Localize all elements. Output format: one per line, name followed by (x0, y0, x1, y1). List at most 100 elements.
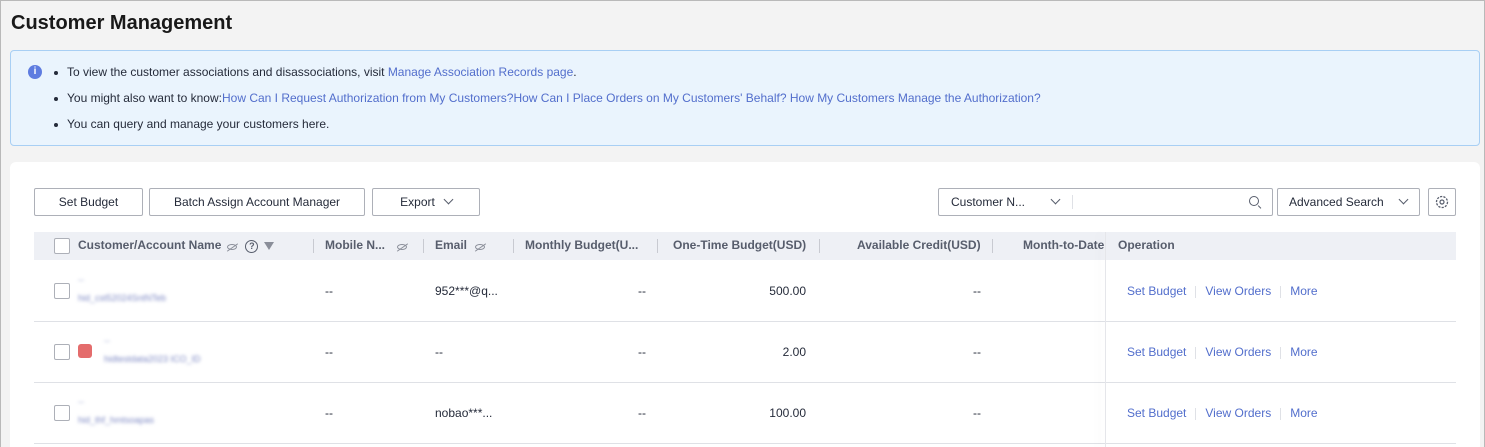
avatar (78, 344, 92, 358)
eye-off-icon[interactable] (227, 244, 238, 250)
export-label: Export (400, 195, 435, 209)
column-label: Customer/Account Name (78, 238, 222, 252)
notice-text: To view the customer associations and di… (67, 65, 388, 79)
chevron-down-icon (1398, 194, 1409, 205)
info-notice: i To view the customer associations and … (10, 50, 1480, 146)
notice-line-1: To view the customer associations and di… (54, 65, 577, 79)
divider (1072, 195, 1073, 209)
column-month-to-date[interactable]: Month-to-Date (1023, 232, 1104, 260)
monthly-budget-cell: -- (638, 284, 646, 298)
search-field-select[interactable]: Customer N... (939, 189, 1073, 215)
column-divider (313, 239, 314, 253)
divider (1280, 407, 1282, 420)
table-row: -- hid_cst52024SntNTeb -- 952***@q... --… (34, 261, 1456, 322)
customer-name-masked: -- (78, 275, 84, 285)
one-time-budget-link[interactable]: 500.00 (674, 261, 806, 321)
search-input[interactable] (1079, 191, 1239, 213)
eye-off-icon[interactable] (475, 244, 486, 250)
column-divider (992, 239, 993, 253)
help-icon[interactable]: ? (245, 240, 259, 253)
column-available-credit[interactable]: Available Credit(USD) (857, 232, 981, 260)
table-header: Customer/Account Name? Mobile N... Email… (34, 232, 1456, 260)
column-one-time-budget[interactable]: One-Time Budget(USD) (673, 232, 806, 260)
notice-line-2: You might also want to know:How Can I Re… (54, 91, 1041, 105)
column-monthly-budget[interactable]: Monthly Budget(U... (525, 232, 638, 260)
column-customer-name[interactable]: Customer/Account Name? (78, 232, 275, 260)
view-orders-link[interactable]: View Orders (1205, 345, 1271, 359)
column-divider (819, 239, 820, 253)
available-credit-cell: -- (973, 406, 981, 420)
set-budget-link[interactable]: Set Budget (1127, 406, 1186, 420)
account-name-link[interactable]: hid_thf_hmtsoapas (78, 415, 154, 425)
set-budget-button[interactable]: Set Budget (34, 188, 143, 216)
column-divider (513, 239, 514, 253)
select-all-checkbox[interactable] (54, 238, 70, 254)
notice-line-3: You can query and manage your customers … (53, 117, 330, 131)
chevron-down-icon (1050, 194, 1061, 205)
table-row: -- hidtestdata2023 ICO_ID -- -- -- 2.00 … (34, 322, 1456, 383)
column-email[interactable]: Email (435, 232, 486, 260)
mobile-cell: -- (325, 406, 333, 420)
manage-association-records-link[interactable]: Manage Association Records page (388, 65, 573, 79)
page-frame: Customer Management i To view the custom… (0, 0, 1485, 447)
one-time-budget-link[interactable]: 100.00 (674, 383, 806, 443)
column-label: Mobile N... (325, 238, 385, 252)
email-cell: 952***@q... (435, 284, 498, 298)
account-name-link[interactable]: hidtestdata2023 ICO_ID (104, 354, 201, 364)
page-title: Customer Management (11, 12, 233, 34)
notice-suffix: . (573, 65, 577, 79)
column-mobile[interactable]: Mobile N... (325, 232, 407, 260)
export-button[interactable]: Export (372, 188, 480, 216)
mobile-cell: -- (325, 345, 333, 359)
gear-icon (1435, 195, 1449, 209)
column-divider (423, 239, 424, 253)
operation-cell: Set Budget View Orders More (1127, 383, 1318, 443)
advanced-search-label: Advanced Search (1289, 195, 1384, 209)
view-orders-link[interactable]: View Orders (1205, 284, 1271, 298)
column-operation: Operation (1118, 232, 1456, 260)
batch-assign-account-manager-button[interactable]: Batch Assign Account Manager (149, 188, 365, 216)
one-time-budget-link[interactable]: 2.00 (674, 322, 806, 382)
email-cell: nobao***... (435, 406, 493, 420)
more-link[interactable]: More (1290, 406, 1317, 420)
filter-icon[interactable] (264, 242, 275, 250)
place-orders-link[interactable]: How Can I Place Orders on My Customers' … (513, 91, 786, 105)
available-credit-cell: -- (973, 345, 981, 359)
account-name-link[interactable]: hid_cst52024SntNTeb (78, 293, 166, 303)
manage-authorization-link[interactable]: How My Customers Manage the Authorizatio… (787, 91, 1041, 105)
set-budget-link[interactable]: Set Budget (1127, 284, 1186, 298)
set-budget-link[interactable]: Set Budget (1127, 345, 1186, 359)
row-checkbox[interactable] (54, 344, 70, 360)
monthly-budget-cell: -- (638, 345, 646, 359)
divider (1280, 346, 1282, 359)
operation-cell: Set Budget View Orders More (1127, 261, 1318, 321)
info-icon: i (28, 65, 42, 79)
column-label: Email (435, 238, 468, 252)
monthly-budget-cell: -- (638, 406, 646, 420)
advanced-search-button[interactable]: Advanced Search (1277, 188, 1420, 216)
search-field-label: Customer N... (951, 195, 1026, 209)
divider (1195, 285, 1197, 298)
divider (1195, 346, 1197, 359)
search-icon[interactable] (1249, 196, 1259, 206)
operation-cell: Set Budget View Orders More (1127, 322, 1318, 382)
operation-column-shadow (1105, 232, 1106, 447)
more-link[interactable]: More (1290, 284, 1317, 298)
table-settings-button[interactable] (1428, 188, 1456, 216)
customer-table-card: Set Budget Batch Assign Account Manager … (10, 162, 1480, 447)
notice-text: You might also want to know: (67, 91, 222, 105)
row-checkbox[interactable] (54, 283, 70, 299)
customer-name-masked: -- (104, 336, 110, 346)
chevron-down-icon (443, 194, 454, 205)
divider (1280, 285, 1282, 298)
row-checkbox[interactable] (54, 405, 70, 421)
email-cell: -- (435, 345, 443, 359)
column-divider (657, 239, 658, 253)
more-link[interactable]: More (1290, 345, 1317, 359)
view-orders-link[interactable]: View Orders (1205, 406, 1271, 420)
search-box: Customer N... (938, 188, 1273, 216)
table-row: -- hid_thf_hmtsoapas -- nobao***... -- 1… (34, 383, 1456, 444)
customer-name-masked: -- (78, 397, 84, 407)
request-authorization-link[interactable]: How Can I Request Authorization from My … (222, 91, 513, 105)
eye-off-icon[interactable] (397, 244, 407, 250)
